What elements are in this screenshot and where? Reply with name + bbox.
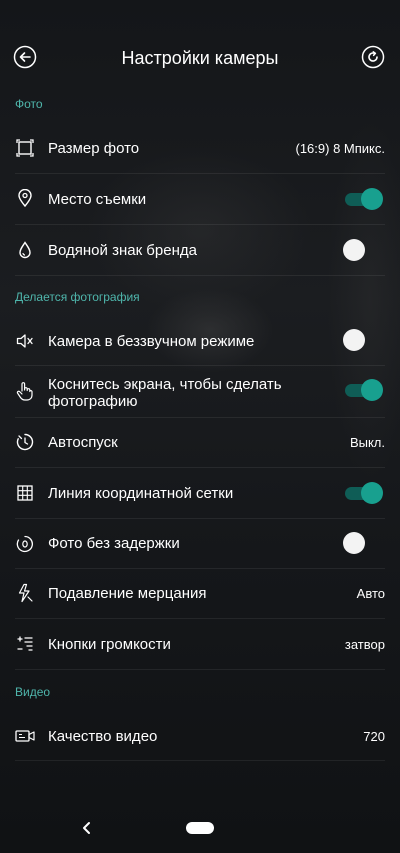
watermark-toggle[interactable] [343,239,381,261]
setting-label: Подавление мерцания [48,585,207,602]
zero-lag-icon [15,534,35,554]
setting-value: Выкл. [349,435,385,450]
setting-label: Коснитесь экрана, чтобы сделать фотограф… [48,376,282,410]
setting-label: Качество видео [48,728,158,745]
setting-touch-capture[interactable]: Коснитесь экрана, чтобы сделать фотограф… [15,366,385,418]
setting-value: (16:9) 8 Мпикс. [295,141,386,156]
section-photo: Фото [15,97,43,111]
setting-label: Автоспуск [48,434,118,451]
timer-icon [15,432,35,452]
app-header: Настройки камеры [0,36,400,78]
setting-value: затвор [344,637,385,652]
section-capturing: Делается фотография [15,290,140,304]
zero-lag-toggle[interactable] [343,532,381,554]
chevron-left-icon [83,822,90,834]
setting-value: 720 [363,729,385,744]
page-title: Настройки камеры [121,48,279,68]
home-button[interactable] [186,822,214,834]
setting-value: Авто [356,586,385,601]
grid-toggle[interactable] [345,482,383,504]
setting-flicker[interactable]: Подавление мерцания Авто [15,569,385,619]
setting-watermark[interactable]: Водяной знак бренда [15,225,385,276]
speaker-mute-icon [15,331,35,351]
touch-hand-icon [15,381,35,401]
location-pin-icon [15,188,35,208]
water-drop-icon [15,240,35,260]
setting-label: Место съемки [48,191,147,208]
setting-label: Фото без задержки [48,535,180,552]
setting-volume-keys[interactable]: Кнопки громкости затвор [15,619,385,670]
setting-video-quality[interactable]: Качество видео 720 [15,710,385,761]
grid-icon [15,483,35,503]
crop-frame-icon [15,138,35,158]
setting-zero-lag[interactable]: Фото без задержки [15,519,385,569]
setting-label: Камера в беззвучном режиме [48,333,255,350]
reset-button[interactable] [361,45,385,69]
reset-icon [361,45,385,69]
setting-label: Водяной знак бренда [48,242,197,259]
flicker-icon [15,583,35,603]
setting-timer[interactable]: Автоспуск Выкл. [15,418,385,468]
volume-keys-icon [15,634,35,654]
location-toggle[interactable] [345,188,383,210]
section-video: Видео [15,685,51,699]
setting-label: Размер фото [48,140,140,157]
setting-silent-camera[interactable]: Камера в беззвучном режиме [15,315,385,366]
nav-back-button[interactable] [80,820,94,836]
video-camera-icon [15,726,35,746]
setting-location[interactable]: Место съемки [15,174,385,225]
touch-capture-toggle[interactable] [345,379,383,401]
setting-label: Кнопки громкости [48,636,171,653]
silent-toggle[interactable] [343,329,381,351]
setting-photo-size[interactable]: Размер фото (16:9) 8 Мпикс. [15,124,385,174]
setting-label: Линия координатной сетки [48,485,234,502]
setting-grid-lines[interactable]: Линия координатной сетки [15,468,385,519]
